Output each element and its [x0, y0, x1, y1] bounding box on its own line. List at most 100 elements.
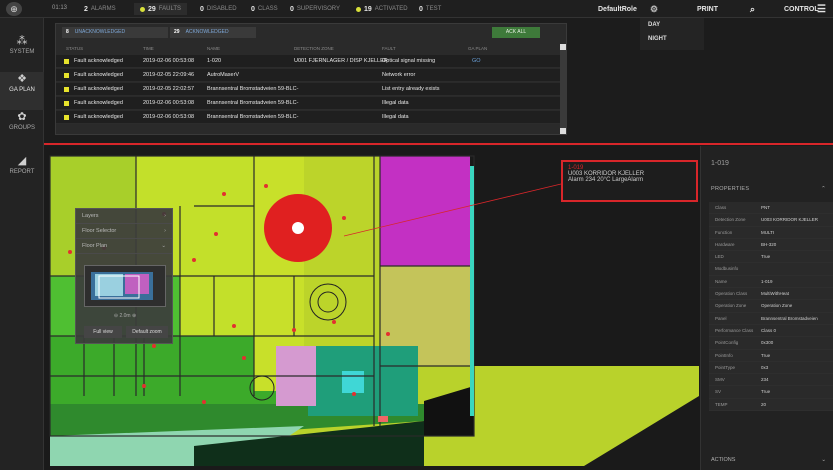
role-option-night[interactable]: NIGHT: [640, 32, 704, 46]
counter-test[interactable]: 0 TEST: [413, 3, 447, 15]
property-value: 0x3: [761, 364, 769, 370]
alarm-divider: [44, 143, 833, 145]
property-row: Function MULTI: [709, 226, 833, 239]
counter-alarms[interactable]: 2 ALARMS: [78, 3, 122, 15]
property-value: 0x300: [761, 340, 774, 346]
floor-selector-menu-item[interactable]: Floor Selector ›: [76, 224, 172, 239]
actions-header[interactable]: ACTIONS ⌄: [711, 457, 826, 463]
property-value: BH-320: [761, 241, 777, 247]
sidebar-item-system[interactable]: ⁂ SYSTEM: [0, 34, 44, 72]
status-square-icon: [64, 101, 69, 106]
property-value: MULTI: [761, 229, 775, 235]
floor-plan-menu-item[interactable]: Floor Plan ⌄: [76, 239, 172, 254]
property-value: U003 KORRIDOR KJELLER: [761, 217, 819, 223]
status-square-icon: [64, 59, 69, 64]
table-row[interactable]: Fault acknowledged 2019-02-06 00:53:08 1…: [56, 55, 561, 68]
property-value: 234: [761, 377, 769, 383]
property-row: Class PNT: [709, 202, 833, 215]
property-key: Panel: [715, 315, 727, 321]
minimap[interactable]: [84, 265, 166, 307]
sidebar: ⁂ SYSTEM ❖ GA PLAN ✿ GROUPS ◢ REPORT: [0, 18, 44, 470]
tab-acknowledged[interactable]: 29 ACKNOWLEDGED: [170, 27, 256, 38]
search-icon[interactable]: ⌕: [750, 0, 755, 18]
role-option-day[interactable]: DAY: [640, 18, 704, 32]
property-key: SMV: [715, 377, 725, 383]
counter-supervisory[interactable]: 0 SUPERVISORY: [284, 3, 346, 15]
properties-panel: 1-019 PROPERTIES ⌃ Class PNT Detection Zon…: [700, 146, 833, 470]
chevron-down-icon: ⌄: [821, 457, 826, 463]
ack-all-button[interactable]: ACK ALL: [492, 27, 540, 38]
property-row: SMV 234: [709, 374, 833, 387]
chevron-up-icon: ⌃: [821, 186, 826, 192]
property-key: Function: [715, 229, 733, 235]
property-row: PointConfig 0x300: [709, 337, 833, 350]
counter-disabled[interactable]: 0 DISABLED: [194, 3, 243, 15]
sidebar-item-gaplan[interactable]: ❖ GA PLAN: [0, 72, 44, 110]
groups-icon: ✿: [17, 111, 27, 123]
sidebar-item-groups[interactable]: ✿ GROUPS: [0, 110, 44, 148]
properties-header[interactable]: PROPERTIES ⌃: [711, 186, 826, 192]
print-button[interactable]: PRINT: [697, 0, 718, 18]
chevron-right-icon: ›: [164, 213, 166, 219]
detector-callout[interactable]: 1-019 U003 KORRIDOR KJELLER Alarm 234 20…: [561, 160, 698, 202]
property-row: TEMP 20: [709, 398, 833, 412]
scroll-down-icon[interactable]: [560, 128, 566, 134]
status-square-icon: [64, 73, 69, 78]
default-zoom-button[interactable]: Default zoom: [126, 326, 168, 338]
property-row: SV True: [709, 386, 833, 399]
counter-activated[interactable]: 19 ACTIVATED: [350, 3, 414, 15]
property-value: True: [761, 254, 771, 260]
alarm-list-scrollbar[interactable]: [560, 44, 566, 134]
properties-table: Class PNT Detection Zone U003 KORRIDOR KJEL…: [709, 202, 833, 412]
minimap-drawing: [91, 272, 153, 300]
property-row: Operation Class MultiWithHeat: [709, 288, 833, 301]
menu-icon[interactable]: ☰: [817, 0, 826, 18]
ga-plan-link[interactable]: GO: [472, 58, 481, 64]
layers-menu-item[interactable]: Layers ›: [76, 209, 172, 224]
zoom-out-icon[interactable]: ⊖: [114, 313, 118, 319]
status-square-icon: [64, 115, 69, 120]
alarm-tabs: 8 UNACKNOWLEDGED 29 ACKNOWLEDGED ACK ALL: [56, 24, 566, 40]
app-logo-icon[interactable]: ⊕: [6, 2, 22, 16]
property-key: PointType: [715, 364, 736, 370]
property-value: Brannsentral Bromstadveien: [761, 315, 818, 321]
map-controls-panel: Layers › Floor Selector › Floor Plan ⌄ ⊖ 2.…: [75, 208, 173, 344]
property-value: Operation Zone: [761, 303, 793, 309]
settings-gear-icon[interactable]: ⚙: [650, 0, 658, 18]
fault-dot-icon: [140, 6, 145, 12]
property-value: PNT: [761, 205, 770, 210]
zoom-in-icon[interactable]: ⊕: [132, 313, 136, 319]
property-row: Operation Zone Operation Zone: [709, 300, 833, 313]
property-key: PointConfig: [715, 340, 739, 346]
tab-unacknowledged[interactable]: 8 UNACKNOWLEDGED: [62, 27, 168, 38]
counter-class[interactable]: 0 CLASS: [245, 3, 284, 15]
panel-title: 1-019: [711, 160, 729, 167]
alarm-list-panel: 8 UNACKNOWLEDGED 29 ACKNOWLEDGED ACK ALL S…: [55, 23, 567, 135]
property-value: MultiWithHeat: [761, 291, 790, 297]
counter-faults[interactable]: 29 FAULTS: [134, 3, 188, 15]
table-row[interactable]: Fault acknowledged 2019-02-06 00:53:08 B…: [56, 111, 561, 124]
property-row: Detection Zone U003 KORRIDOR KJELLER: [709, 214, 833, 227]
property-value: True: [761, 389, 771, 395]
report-icon: ◢: [17, 155, 27, 167]
table-row[interactable]: Fault acknowledged 2019-02-05 22:09:46 A…: [56, 69, 561, 82]
scroll-up-icon[interactable]: [560, 44, 566, 50]
property-key: Operation Zone: [715, 303, 747, 309]
sidebar-item-report[interactable]: ◢ REPORT: [0, 154, 44, 192]
property-key: Hardware: [715, 241, 735, 247]
control-button[interactable]: CONTROL: [784, 0, 819, 18]
chevron-down-icon: ⌄: [161, 243, 166, 249]
property-row: PointType 0x3: [709, 361, 833, 375]
role-dropdown: DAY NIGHT: [640, 18, 704, 50]
property-value: True: [761, 352, 771, 358]
gaplan-icon: ❖: [17, 73, 27, 85]
table-row[interactable]: Fault acknowledged 2019-02-06 00:53:08 B…: [56, 97, 561, 110]
role-selector[interactable]: DefaultRole: [598, 0, 637, 18]
clock-time: 01:13: [52, 5, 68, 11]
table-row[interactable]: Fault acknowledged 2019-02-05 22:02:57 B…: [56, 83, 561, 96]
full-view-button[interactable]: Full view: [84, 326, 122, 338]
property-key: Operation Class: [715, 291, 748, 297]
zoom-control[interactable]: ⊖ 2.0m ⊕: [76, 313, 174, 319]
property-value: 20: [761, 401, 767, 407]
property-row: Hardware BH-320: [709, 238, 833, 252]
